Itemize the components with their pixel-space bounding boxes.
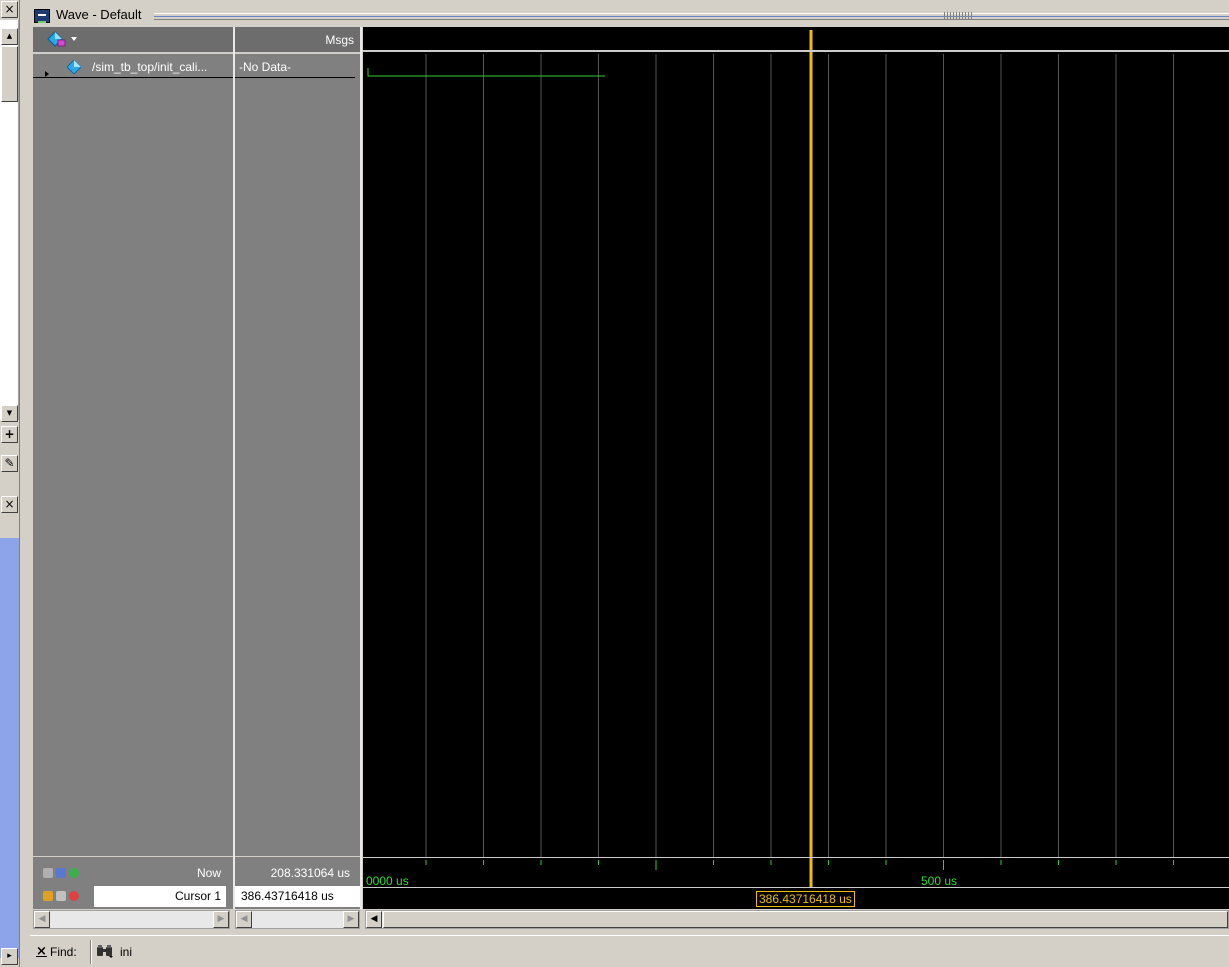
wave-window-icon [34, 9, 50, 23]
row-expand-icon[interactable] [45, 71, 49, 77]
waveform-svg [367, 30, 1174, 857]
scrollbar-row: ◀ ▶ ◀ ▶ ◀ [30, 910, 1229, 930]
edit-cursor-icon[interactable] [56, 891, 66, 901]
names-values-divider[interactable] [233, 27, 235, 909]
wave-scroll-thumb[interactable] [383, 911, 1228, 928]
left-scroll-thumb[interactable] [1, 46, 18, 102]
signal-row[interactable]: /sim_tb_top/init_cali... [33, 56, 233, 78]
left-close-icon-2[interactable]: × [1, 496, 18, 513]
signal-trace [367, 68, 605, 77]
signal-names-pane[interactable]: /sim_tb_top/init_cali... [33, 54, 233, 856]
ruler-svg [425, 858, 1174, 888]
find-close-icon[interactable]: × [36, 944, 47, 959]
cursor-name-cell[interactable]: Cursor 1 [94, 886, 226, 907]
wave-header-strip [363, 27, 1229, 52]
grid-lines [425, 54, 1174, 857]
ruler-start-label: 0000 us [366, 874, 409, 888]
zoom-icon[interactable] [43, 868, 53, 878]
cursor-label: Cursor 1 [174, 889, 221, 903]
cursor-values-pane: 208.331064 us 386.43716418 us [235, 857, 360, 909]
time-ruler[interactable]: 0000 us 500 us [363, 857, 1229, 888]
signal-value: -No Data- [239, 60, 292, 74]
values-scroll-right-icon[interactable]: ▶ [343, 911, 359, 928]
now-value: 208.331064 us [270, 866, 350, 880]
left-close-icon[interactable]: × [1, 1, 18, 18]
values-hscroll[interactable]: ◀ ▶ [235, 910, 360, 929]
left-scroll-down-icon[interactable]: ▼ [1, 405, 18, 422]
values-header: Msgs [235, 27, 360, 53]
title-bar[interactable]: Wave - Default [30, 4, 1229, 26]
signal-name: /sim_tb_top/init_cali... [92, 60, 208, 74]
now-label: Now [196, 866, 221, 880]
left-dock-strip: × ▲ ▼ + ✎ × ▸ [0, 0, 20, 967]
title-bar-rule [154, 13, 1229, 20]
cursor-track[interactable]: 386.43716418 us [363, 887, 1229, 909]
left-edit-icon[interactable]: ✎ [1, 455, 18, 472]
wave-window: Wave - Default Msgs /sim_tb_top/init_cal… [30, 0, 1229, 967]
lock-icon[interactable] [43, 891, 53, 901]
names-header [33, 27, 233, 53]
delete-cursor-icon[interactable] [69, 891, 79, 901]
cursor-track-divider [363, 887, 1229, 888]
left-expand-icon[interactable]: ▸ [1, 948, 18, 965]
ruler-mark-label: 500 us [921, 874, 958, 888]
find-input[interactable] [120, 942, 270, 962]
signal-diamond-icon [67, 60, 81, 74]
wave-scroll-left-icon[interactable]: ◀ [366, 911, 382, 928]
add-cursor-icon[interactable] [69, 868, 79, 878]
values-wave-divider[interactable] [360, 27, 362, 909]
value-row[interactable]: -No Data- [235, 56, 355, 78]
cursor-value-cell[interactable]: 386.43716418 us [235, 886, 360, 907]
header-dropdown-icon[interactable] [71, 37, 77, 41]
signal-values-pane[interactable]: -No Data- [235, 54, 360, 856]
cursor-readout[interactable]: 386.43716418 us [756, 891, 855, 907]
binoculars-icon[interactable] [96, 944, 114, 958]
wave-hscroll[interactable]: ◀ [365, 910, 1229, 929]
names-hscroll[interactable]: ◀ ▶ [33, 910, 230, 929]
add-wave-icon[interactable] [47, 31, 67, 48]
cursor-value: 386.43716418 us [241, 889, 334, 903]
names-scroll-left-icon[interactable]: ◀ [34, 911, 50, 928]
waveform-canvas[interactable] [363, 27, 1229, 857]
msgs-label: Msgs [325, 33, 354, 47]
window-title: Wave - Default [56, 7, 142, 22]
values-scroll-left-icon[interactable]: ◀ [236, 911, 252, 928]
left-scroll-up-icon[interactable]: ▲ [1, 28, 18, 45]
find-bar: × Find: [30, 935, 1229, 967]
find-separator [90, 940, 92, 964]
names-scroll-right-icon[interactable]: ▶ [213, 911, 229, 928]
left-add-icon[interactable]: + [1, 426, 18, 443]
cursor-names-pane: Now Cursor 1 [33, 857, 233, 909]
left-pane-blue-area [0, 538, 19, 958]
ruler-ticks [425, 860, 1174, 870]
find-label: Find: [50, 945, 77, 959]
drag-grip-icon[interactable] [944, 12, 972, 20]
insert-cursor-icon[interactable] [56, 868, 66, 878]
